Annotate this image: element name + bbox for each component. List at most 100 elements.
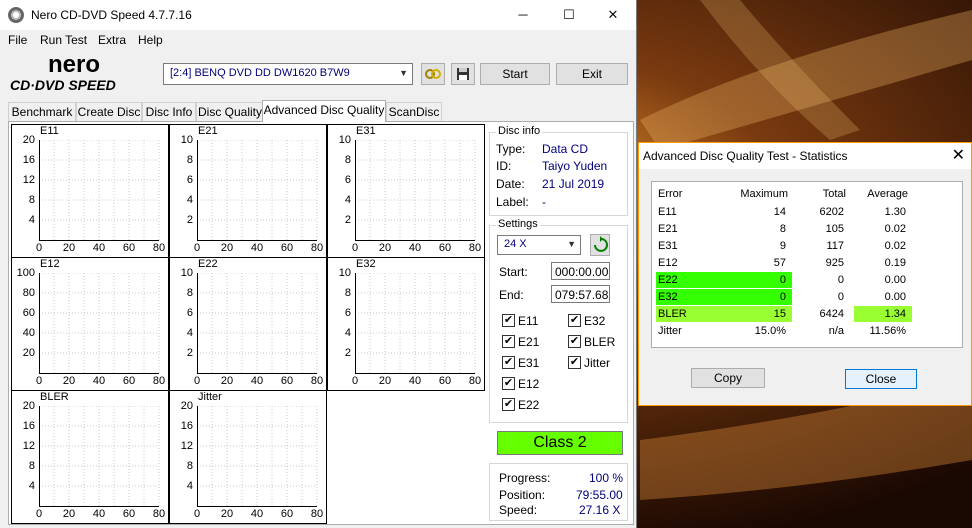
checkbox-e32-label: E32 bbox=[584, 314, 606, 328]
y-tick-label: 4 bbox=[28, 480, 35, 492]
x-tick-label: 20 bbox=[378, 242, 392, 254]
x-tick-label: 20 bbox=[62, 508, 76, 520]
y-tick-label: 6 bbox=[186, 174, 193, 186]
x-tick-label: 80 bbox=[468, 242, 482, 254]
speed-label: Speed: bbox=[499, 503, 538, 517]
start-button[interactable]: Start bbox=[480, 63, 550, 85]
tab-disc-quality[interactable]: Disc Quality bbox=[196, 102, 264, 122]
speed-select[interactable]: 24 X ▼ bbox=[497, 235, 581, 255]
chart-label: E11 bbox=[40, 125, 59, 137]
speed-select-value: 24 X bbox=[504, 238, 527, 250]
x-tick-label: 80 bbox=[310, 375, 324, 387]
y-tick-label: 4 bbox=[186, 194, 193, 206]
statistics-dialog: Advanced Disc Quality Test - Statistics … bbox=[638, 142, 972, 406]
checkbox-e11[interactable]: ✔ bbox=[502, 314, 515, 327]
stats-cell-maximum: 15 bbox=[773, 308, 786, 320]
start-input[interactable]: 000:00.00 bbox=[551, 262, 610, 280]
header-total: Total bbox=[822, 188, 846, 200]
refresh-speed-button[interactable] bbox=[590, 234, 610, 256]
header-maximum: Maximum bbox=[740, 188, 788, 200]
x-tick-label: 20 bbox=[62, 242, 76, 254]
y-tick-label: 16 bbox=[180, 420, 193, 432]
table-row: Jitter 15.0% n/a 11.56% bbox=[652, 323, 960, 339]
x-tick-label: 60 bbox=[438, 375, 452, 387]
drive-select[interactable]: [2:4] BENQ DVD DD DW1620 B7W9 ▼ bbox=[163, 63, 413, 85]
statistics-close-icon[interactable]: ✕ bbox=[952, 145, 965, 165]
y-tick-label: 4 bbox=[344, 327, 351, 339]
checkbox-e31[interactable]: ✔ bbox=[502, 356, 515, 369]
window-title: Nero CD-DVD Speed 4.7.7.16 bbox=[31, 8, 192, 22]
speed-value: 27.16 X bbox=[579, 503, 621, 517]
x-tick-label: 0 bbox=[35, 242, 43, 254]
copy-button[interactable]: Copy bbox=[691, 368, 765, 388]
chart-plot-area bbox=[355, 273, 476, 374]
menu-run-test[interactable]: Run Test bbox=[40, 33, 87, 47]
maximize-button[interactable]: ☐ bbox=[546, 0, 592, 30]
stats-cell-total: 105 bbox=[825, 223, 844, 235]
x-tick-label: 20 bbox=[378, 375, 392, 387]
chart-label: BLER bbox=[40, 391, 69, 403]
checkbox-bler[interactable]: ✔ bbox=[568, 335, 581, 348]
tab-benchmark[interactable]: Benchmark bbox=[8, 102, 76, 122]
x-tick-label: 40 bbox=[250, 508, 264, 520]
stats-cell-total: 117 bbox=[826, 240, 844, 252]
checkbox-e21[interactable]: ✔ bbox=[502, 335, 515, 348]
progress-label: Progress: bbox=[499, 471, 551, 485]
y-tick-label: 6 bbox=[344, 307, 351, 319]
table-row: E31 9 117 0.02 bbox=[652, 238, 960, 254]
table-row: E22 0 0 0.00 bbox=[652, 272, 960, 288]
menu-help[interactable]: Help bbox=[138, 33, 163, 47]
x-tick-label: 80 bbox=[310, 508, 324, 520]
stats-cell-maximum: 8 bbox=[779, 223, 786, 235]
x-tick-label: 0 bbox=[193, 242, 201, 254]
menu-file[interactable]: File bbox=[8, 33, 27, 47]
checkbox-jitter[interactable]: ✔ bbox=[568, 356, 581, 369]
exit-button[interactable]: Exit bbox=[556, 63, 628, 85]
end-input[interactable]: 079:57.68 bbox=[551, 285, 610, 303]
table-row: E21 8 105 0.02 bbox=[652, 221, 960, 237]
chart-plot-area bbox=[39, 140, 160, 241]
stats-cell-maximum: 0 bbox=[779, 274, 786, 286]
tab-disc-info[interactable]: Disc Info bbox=[142, 102, 196, 122]
x-tick-label: 40 bbox=[408, 375, 422, 387]
checkbox-e31-label: E31 bbox=[518, 356, 540, 370]
x-tick-label: 60 bbox=[280, 375, 294, 387]
x-tick-label: 80 bbox=[152, 242, 166, 254]
y-tick-label: 4 bbox=[28, 214, 35, 226]
table-row: E11 14 6202 1.30 bbox=[652, 204, 960, 220]
checkbox-e12[interactable]: ✔ bbox=[502, 377, 515, 390]
tab-scandisc[interactable]: ScanDisc bbox=[386, 102, 442, 122]
drive-info-button[interactable] bbox=[421, 63, 445, 85]
stats-cell-average: 0.19 bbox=[884, 257, 906, 269]
checkbox-e11-label: E11 bbox=[518, 314, 539, 328]
y-tick-label: 10 bbox=[338, 134, 351, 146]
menu-extra[interactable]: Extra bbox=[98, 33, 126, 47]
close-button[interactable]: ✕ bbox=[590, 0, 636, 30]
stats-cell-maximum: 9 bbox=[779, 240, 786, 252]
x-tick-label: 80 bbox=[152, 508, 166, 520]
logo-text-nero: nero bbox=[48, 52, 100, 78]
tab-create-disc[interactable]: Create Disc bbox=[76, 102, 142, 122]
checkbox-e22[interactable]: ✔ bbox=[502, 398, 515, 411]
chart-plot-area bbox=[39, 406, 160, 507]
y-tick-label: 8 bbox=[28, 460, 35, 472]
minimize-button[interactable]: ─ bbox=[500, 0, 546, 30]
tab-advanced-disc-quality[interactable]: Advanced Disc Quality bbox=[262, 100, 386, 122]
save-button[interactable] bbox=[451, 63, 475, 85]
disc-type-label: Type: bbox=[496, 142, 526, 156]
close-dialog-button[interactable]: Close bbox=[845, 369, 917, 389]
y-tick-label: 12 bbox=[180, 440, 193, 452]
statistics-title-bar: Advanced Disc Quality Test - Statistics … bbox=[639, 143, 971, 169]
checkbox-e22-label: E22 bbox=[518, 398, 540, 412]
y-tick-label: 10 bbox=[180, 134, 193, 146]
chart-plot-area bbox=[197, 406, 318, 507]
disc-id-label: ID: bbox=[496, 159, 512, 173]
stats-cell-total: 925 bbox=[825, 257, 844, 269]
y-tick-label: 8 bbox=[344, 154, 351, 166]
disc-label-label: Label: bbox=[496, 195, 529, 209]
checkbox-e32[interactable]: ✔ bbox=[568, 314, 581, 327]
chart-plot-area bbox=[355, 140, 476, 241]
chevron-down-icon: ▼ bbox=[399, 68, 408, 78]
stats-cell-average: 11.56% bbox=[869, 325, 907, 337]
progress-value: 100 % bbox=[589, 471, 624, 485]
